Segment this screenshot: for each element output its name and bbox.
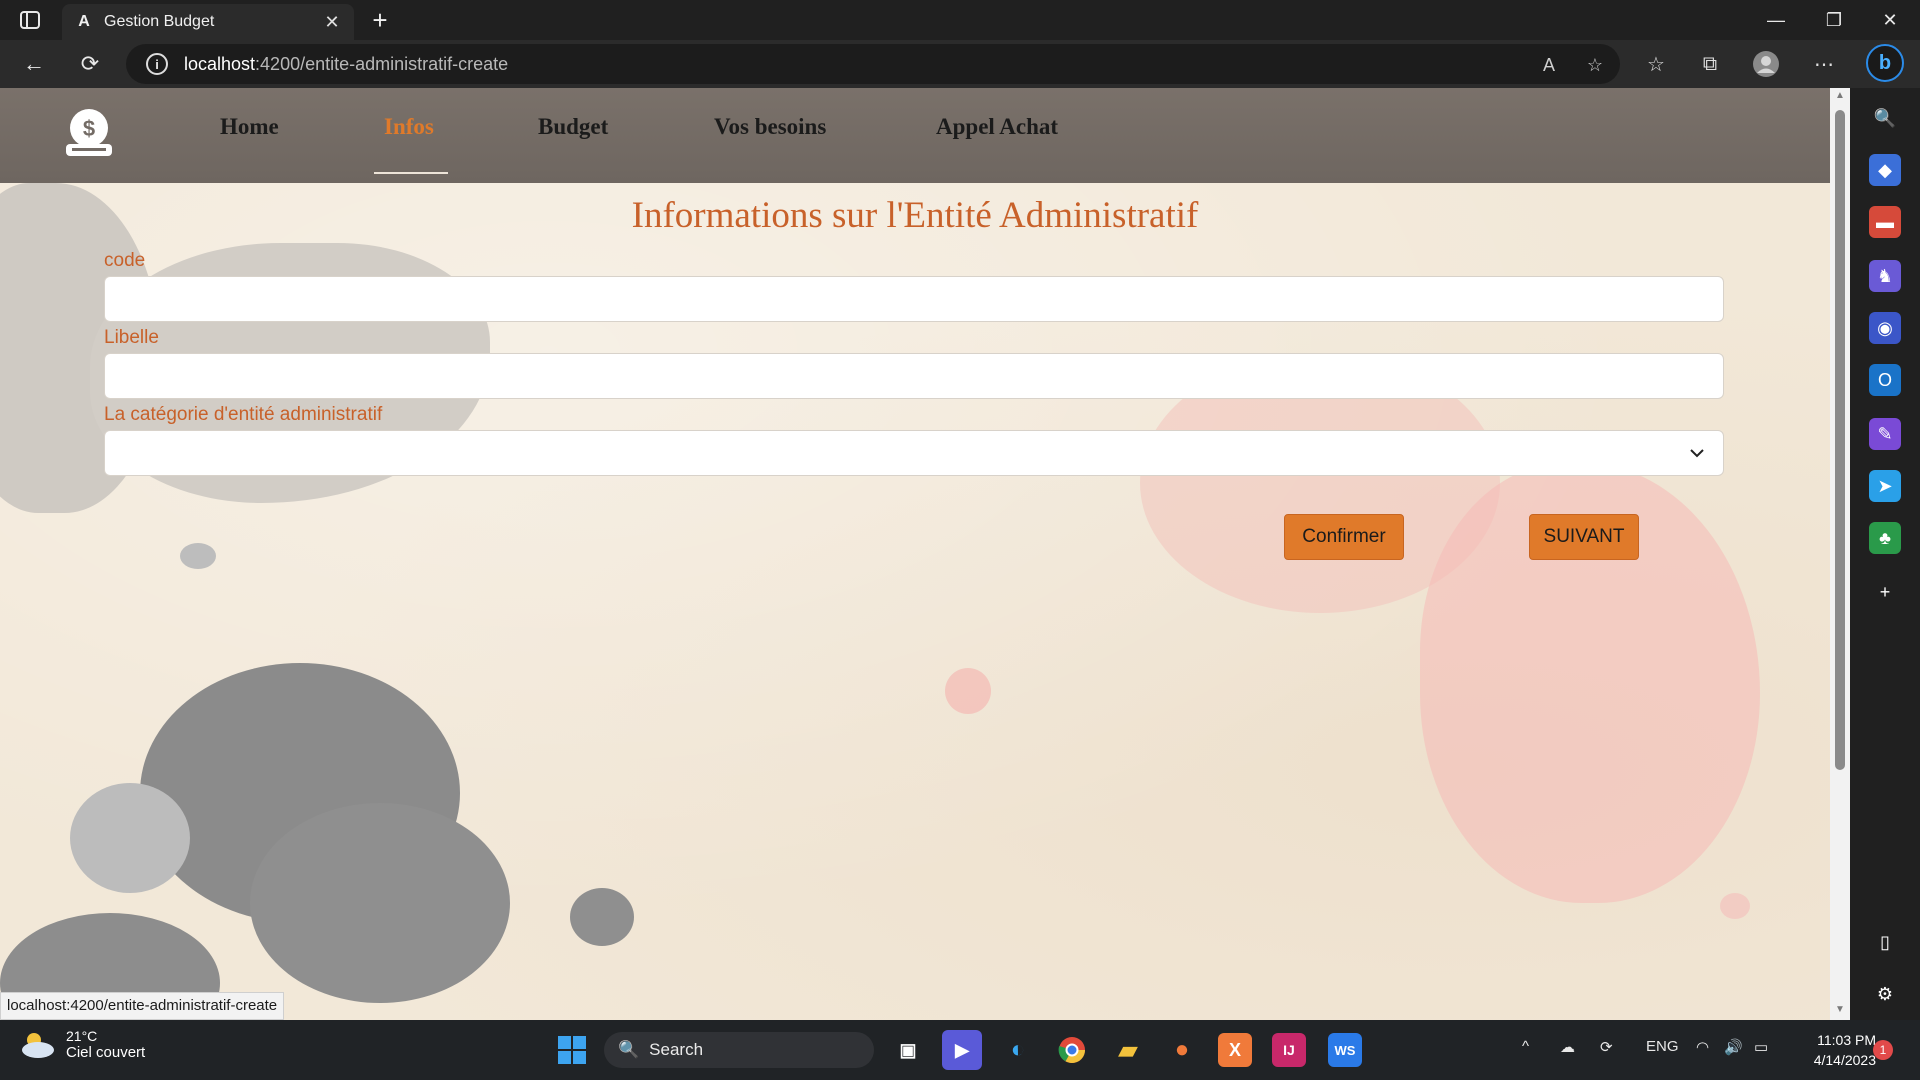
temperature-text: 21°C (66, 1028, 98, 1044)
clock-time: 11:03 PM (1817, 1032, 1876, 1048)
dark-splash-decoration (570, 888, 634, 946)
microsoft-365-icon[interactable]: ◉ (1869, 312, 1901, 344)
settings-gear-icon[interactable]: ⚙ (1869, 978, 1901, 1010)
browser-toolbar: ← ⟳ i localhost:4200/entite-administrati… (0, 40, 1920, 88)
sync-icon[interactable]: ⟳ (1600, 1038, 1613, 1056)
nav-budget[interactable]: Budget (538, 114, 608, 140)
back-icon[interactable]: ← (16, 48, 52, 80)
url-path: :4200/entite-administratif-create (255, 53, 509, 74)
active-nav-underline (374, 172, 448, 174)
shopping-tag-icon[interactable]: ◆ (1869, 154, 1901, 186)
notification-badge[interactable]: 1 (1873, 1040, 1893, 1060)
svg-text:$: $ (83, 116, 95, 141)
nav-home[interactable]: Home (220, 114, 279, 140)
profile-icon[interactable] (1750, 48, 1782, 80)
close-window-icon[interactable]: ✕ (1862, 0, 1918, 40)
browser-tabbar: A Gestion Budget ✕ + — ❐ ✕ (0, 0, 1920, 40)
sidebar-toggle-icon[interactable]: ▯ (1869, 926, 1901, 958)
tools-icon[interactable]: ▬ (1869, 206, 1901, 238)
app-header: $ Home Infos Budget Vos besoins Appel Ac… (0, 88, 1830, 183)
bing-copilot-icon[interactable]: b (1866, 44, 1904, 82)
onedrive-cloud-icon[interactable]: ☁ (1560, 1038, 1575, 1056)
nav-infos[interactable]: Infos (384, 114, 434, 140)
weather-widget[interactable]: 21°C Ciel couvert (20, 1028, 145, 1061)
libelle-input[interactable] (104, 353, 1724, 399)
new-tab-icon[interactable]: + (366, 6, 394, 34)
grey-drop-decoration (180, 543, 216, 569)
next-button[interactable]: SUIVANT (1529, 514, 1639, 560)
wifi-icon[interactable]: ◠ (1696, 1038, 1709, 1056)
weather-text: Ciel couvert (66, 1044, 146, 1061)
status-bar-link: localhost:4200/entite-administratif-crea… (0, 992, 285, 1020)
outlook-icon[interactable]: O (1869, 364, 1901, 396)
xampp-icon[interactable]: X (1218, 1033, 1252, 1067)
refresh-icon[interactable]: ⟳ (72, 48, 108, 80)
add-favorite-icon[interactable]: ☆ (1582, 52, 1608, 78)
webstorm-icon[interactable]: WS (1328, 1033, 1362, 1067)
edge-browser-icon[interactable]: ◐ (998, 1030, 1038, 1070)
start-windows-icon[interactable] (552, 1030, 592, 1070)
minimize-icon[interactable]: — (1748, 0, 1804, 40)
site-info-icon[interactable]: i (146, 53, 168, 75)
system-clock[interactable]: 11:03 PM 4/14/2023 (1798, 1030, 1876, 1070)
angular-favicon-icon: A (78, 13, 90, 30)
collections-icon[interactable]: ⧉ (1694, 48, 1726, 80)
page-viewport: $ Home Infos Budget Vos besoins Appel Ac… (0, 88, 1830, 1020)
budget-logo-icon[interactable]: $ (62, 106, 116, 160)
dark-splash-decoration (250, 803, 510, 1003)
designer-icon[interactable]: ✎ (1869, 418, 1901, 450)
add-sidebar-app-icon[interactable]: + (1869, 576, 1901, 608)
confirm-button[interactable]: Confirmer (1284, 514, 1404, 560)
address-bar[interactable]: i localhost:4200/entite-administratif-cr… (126, 44, 1620, 84)
more-options-icon[interactable]: ⋯ (1808, 48, 1840, 80)
battery-icon[interactable]: ▭ (1754, 1038, 1768, 1056)
postman-icon[interactable]: ● (1162, 1030, 1202, 1070)
code-input[interactable] (104, 276, 1724, 322)
scroll-down-icon[interactable]: ▼ (1833, 1004, 1847, 1016)
sidebar-search-icon[interactable]: 🔍 (1869, 102, 1901, 134)
cloudy-weather-icon (20, 1030, 56, 1060)
language-indicator[interactable]: ENG (1646, 1038, 1679, 1055)
close-tab-icon[interactable]: ✕ (322, 12, 342, 32)
pink-drop-decoration (1720, 893, 1750, 919)
clock-date: 4/14/2023 (1813, 1052, 1876, 1068)
taskbar-search[interactable]: 🔍 Search (604, 1032, 874, 1068)
page-title: Informations sur l'Entité Administratif (631, 195, 1199, 236)
chevron-down-icon (1687, 443, 1707, 463)
intellij-icon[interactable]: IJ (1272, 1033, 1306, 1067)
edge-sidebar: 🔍 ◆ ▬ ♞ ◉ O ✎ ➤ ♣ + ▯ ⚙ (1850, 88, 1920, 1020)
libelle-label: Libelle (104, 327, 159, 348)
code-label: code (104, 250, 146, 271)
light-splash-decoration (70, 783, 190, 893)
read-aloud-icon[interactable]: A (1536, 52, 1562, 78)
tab-actions-icon[interactable] (14, 8, 46, 32)
categorie-label: La catégorie d'entité administratif (104, 404, 383, 425)
url-host: localhost (184, 53, 256, 74)
browser-tab[interactable]: A Gestion Budget ✕ (62, 4, 354, 40)
pink-drop-decoration (945, 668, 991, 714)
favorites-icon[interactable]: ☆ (1640, 48, 1672, 80)
teams-chat-icon[interactable]: ▶ (942, 1030, 982, 1070)
scrollbar-thumb[interactable] (1835, 110, 1845, 770)
send-icon[interactable]: ➤ (1869, 470, 1901, 502)
categorie-select[interactable] (104, 430, 1724, 476)
search-label: Search (649, 1040, 704, 1059)
games-icon[interactable]: ♞ (1869, 260, 1901, 292)
chrome-icon[interactable] (1052, 1030, 1092, 1070)
nav-appel-achat[interactable]: Appel Achat (936, 114, 1058, 140)
page-scrollbar[interactable]: ▲ ▼ (1830, 88, 1850, 1020)
show-hidden-icons-icon[interactable]: ^ (1522, 1038, 1529, 1055)
nav-vos-besoins[interactable]: Vos besoins (714, 114, 826, 140)
volume-icon[interactable]: 🔊 (1724, 1038, 1743, 1056)
task-view-icon[interactable]: ▣ (888, 1030, 928, 1070)
windows-taskbar: 21°C Ciel couvert 🔍 Search ▣ ▶ ◐ ▰ ● X I… (0, 1020, 1920, 1080)
scroll-up-icon[interactable]: ▲ (1833, 90, 1847, 102)
file-explorer-icon[interactable]: ▰ (1108, 1030, 1148, 1070)
search-icon: 🔍 (618, 1040, 640, 1059)
restore-icon[interactable]: ❐ (1806, 0, 1862, 40)
tab-title: Gestion Budget (104, 13, 215, 30)
tree-icon[interactable]: ♣ (1869, 522, 1901, 554)
